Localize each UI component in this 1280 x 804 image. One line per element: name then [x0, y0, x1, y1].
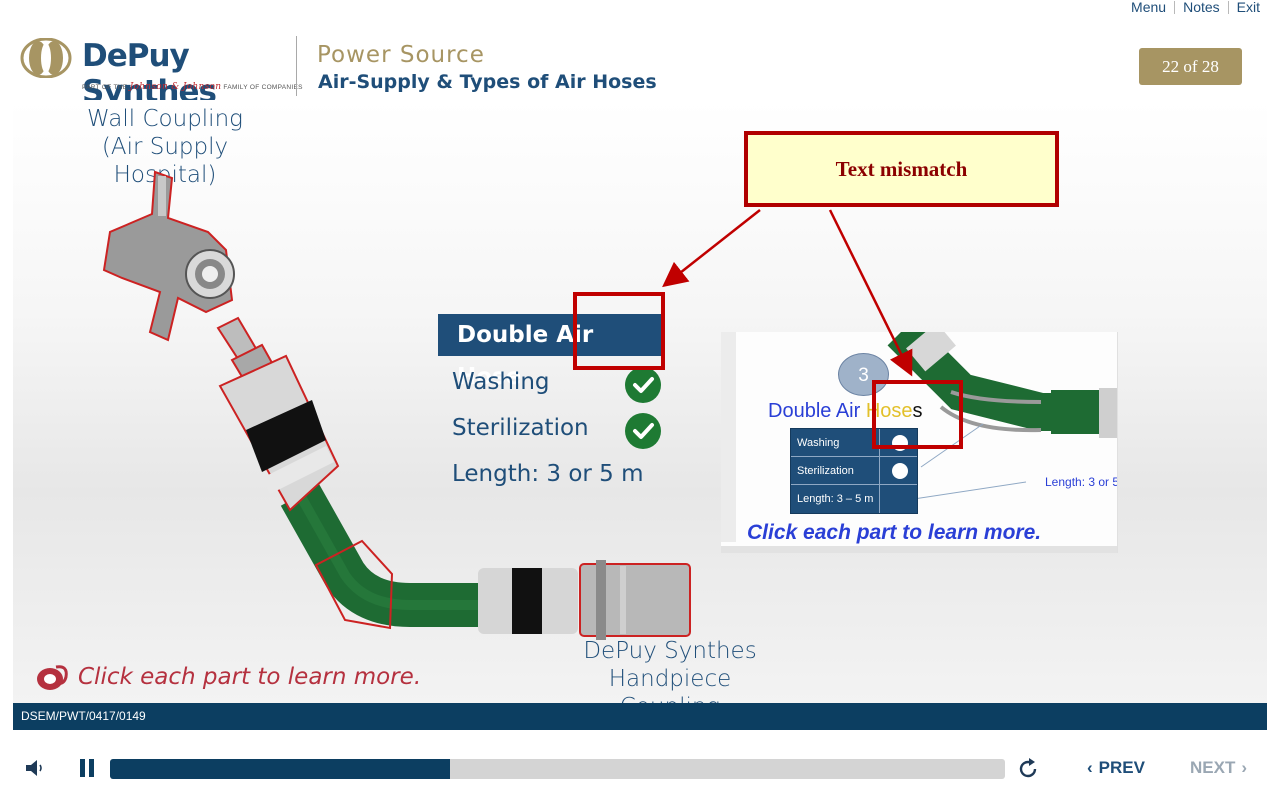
volume-icon[interactable]: [24, 758, 46, 778]
progress-fill: [110, 759, 451, 779]
annotation-arrow: [662, 209, 761, 288]
pause-icon[interactable]: [78, 758, 96, 778]
player-controls: ‹ PREV NEXT ›: [0, 738, 1280, 798]
prev-button[interactable]: ‹ PREV: [1087, 758, 1145, 778]
click-instruction-text: Click each part to learn more.: [78, 664, 422, 690]
chevron-left-icon: ‹: [1087, 758, 1093, 777]
caption-line: DePuy Synthes: [583, 638, 757, 664]
next-label: NEXT: [1190, 758, 1236, 777]
document-code: DSEM/PWT/0417/0149: [21, 709, 146, 723]
hand-click-icon: [37, 665, 68, 690]
progress-bar[interactable]: [110, 759, 1005, 779]
chevron-right-icon: ›: [1241, 758, 1248, 777]
prev-label: PREV: [1098, 758, 1145, 777]
replay-icon[interactable]: [1016, 757, 1040, 781]
next-button[interactable]: NEXT ›: [1190, 758, 1247, 778]
footer-bar: DSEM/PWT/0417/0149: [13, 703, 1267, 730]
annotation-arrow: [828, 209, 913, 377]
click-instruction: Click each part to learn more.: [36, 663, 421, 691]
